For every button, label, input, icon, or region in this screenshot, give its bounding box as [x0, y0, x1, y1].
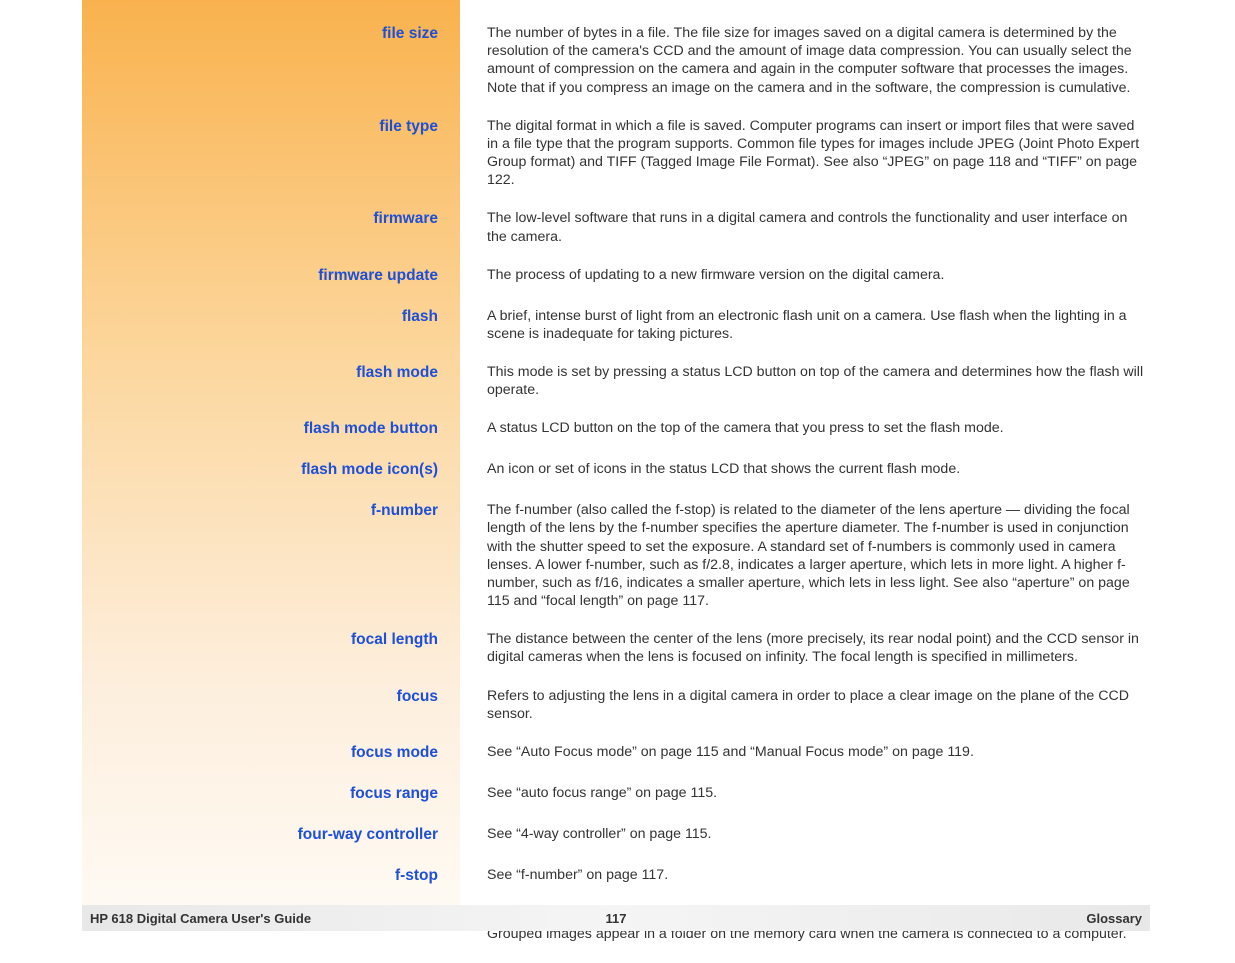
glossary-definition: This mode is set by pressing a status LC… [438, 363, 1150, 399]
glossary-term: four-way controller [82, 825, 438, 846]
glossary-term: flash mode icon(s) [82, 460, 438, 481]
glossary-entry: firmware The low-level software that run… [82, 209, 1150, 245]
page-footer: HP 618 Digital Camera User's Guide 117 G… [82, 905, 1150, 931]
glossary-term: flash mode button [82, 419, 438, 440]
glossary-entry: focus mode See “Auto Focus mode” on page… [82, 743, 1150, 764]
glossary-term: file size [82, 24, 438, 45]
glossary-entry: four-way controller See “4-way controlle… [82, 825, 1150, 846]
glossary-content: file size The number of bytes in a file.… [82, 24, 1150, 963]
glossary-term: flash [82, 307, 438, 328]
glossary-definition: See “auto focus range” on page 115. [438, 784, 1150, 802]
glossary-entry: file size The number of bytes in a file.… [82, 24, 1150, 97]
glossary-definition: A brief, intense burst of light from an … [438, 307, 1150, 343]
glossary-definition: The digital format in which a file is sa… [438, 117, 1150, 190]
glossary-term: flash mode [82, 363, 438, 384]
glossary-definition: An icon or set of icons in the status LC… [438, 460, 1150, 478]
glossary-term: file type [82, 117, 438, 138]
glossary-entry: firmware update The process of updating … [82, 266, 1150, 287]
glossary-entry: flash mode icon(s) An icon or set of ico… [82, 460, 1150, 481]
glossary-definition: The process of updating to a new firmwar… [438, 266, 1150, 284]
glossary-term: focus [82, 687, 438, 708]
glossary-entry: f-stop See “f-number” on page 117. [82, 866, 1150, 887]
footer-title: HP 618 Digital Camera User's Guide [90, 911, 311, 926]
glossary-term: focus range [82, 784, 438, 805]
glossary-entry: f-number The f-number (also called the f… [82, 501, 1150, 610]
glossary-definition: The number of bytes in a file. The file … [438, 24, 1150, 97]
footer-page-number: 117 [606, 911, 627, 926]
glossary-term: f-stop [82, 866, 438, 887]
glossary-definition: See “f-number” on page 117. [438, 866, 1150, 884]
glossary-entry: focus range See “auto focus range” on pa… [82, 784, 1150, 805]
footer-section: Glossary [1086, 911, 1142, 926]
glossary-term: f-number [82, 501, 438, 522]
glossary-definition: Refers to adjusting the lens in a digita… [438, 687, 1150, 723]
glossary-entry: flash mode button A status LCD button on… [82, 419, 1150, 440]
glossary-term: focus mode [82, 743, 438, 764]
glossary-page: file size The number of bytes in a file.… [82, 0, 1150, 931]
glossary-term: firmware [82, 209, 438, 230]
glossary-entry: file type The digital format in which a … [82, 117, 1150, 190]
glossary-definition: The f-number (also called the f-stop) is… [438, 501, 1150, 610]
glossary-entry: flash mode This mode is set by pressing … [82, 363, 1150, 399]
glossary-definition: The low-level software that runs in a di… [438, 209, 1150, 245]
glossary-term: firmware update [82, 266, 438, 287]
glossary-definition: A status LCD button on the top of the ca… [438, 419, 1150, 437]
glossary-entry: focal length The distance between the ce… [82, 630, 1150, 666]
glossary-definition: See “Auto Focus mode” on page 115 and “M… [438, 743, 1150, 761]
glossary-term: focal length [82, 630, 438, 651]
glossary-definition: See “4-way controller” on page 115. [438, 825, 1150, 843]
glossary-definition: The distance between the center of the l… [438, 630, 1150, 666]
glossary-entry: flash A brief, intense burst of light fr… [82, 307, 1150, 343]
glossary-entry: focus Refers to adjusting the lens in a … [82, 687, 1150, 723]
